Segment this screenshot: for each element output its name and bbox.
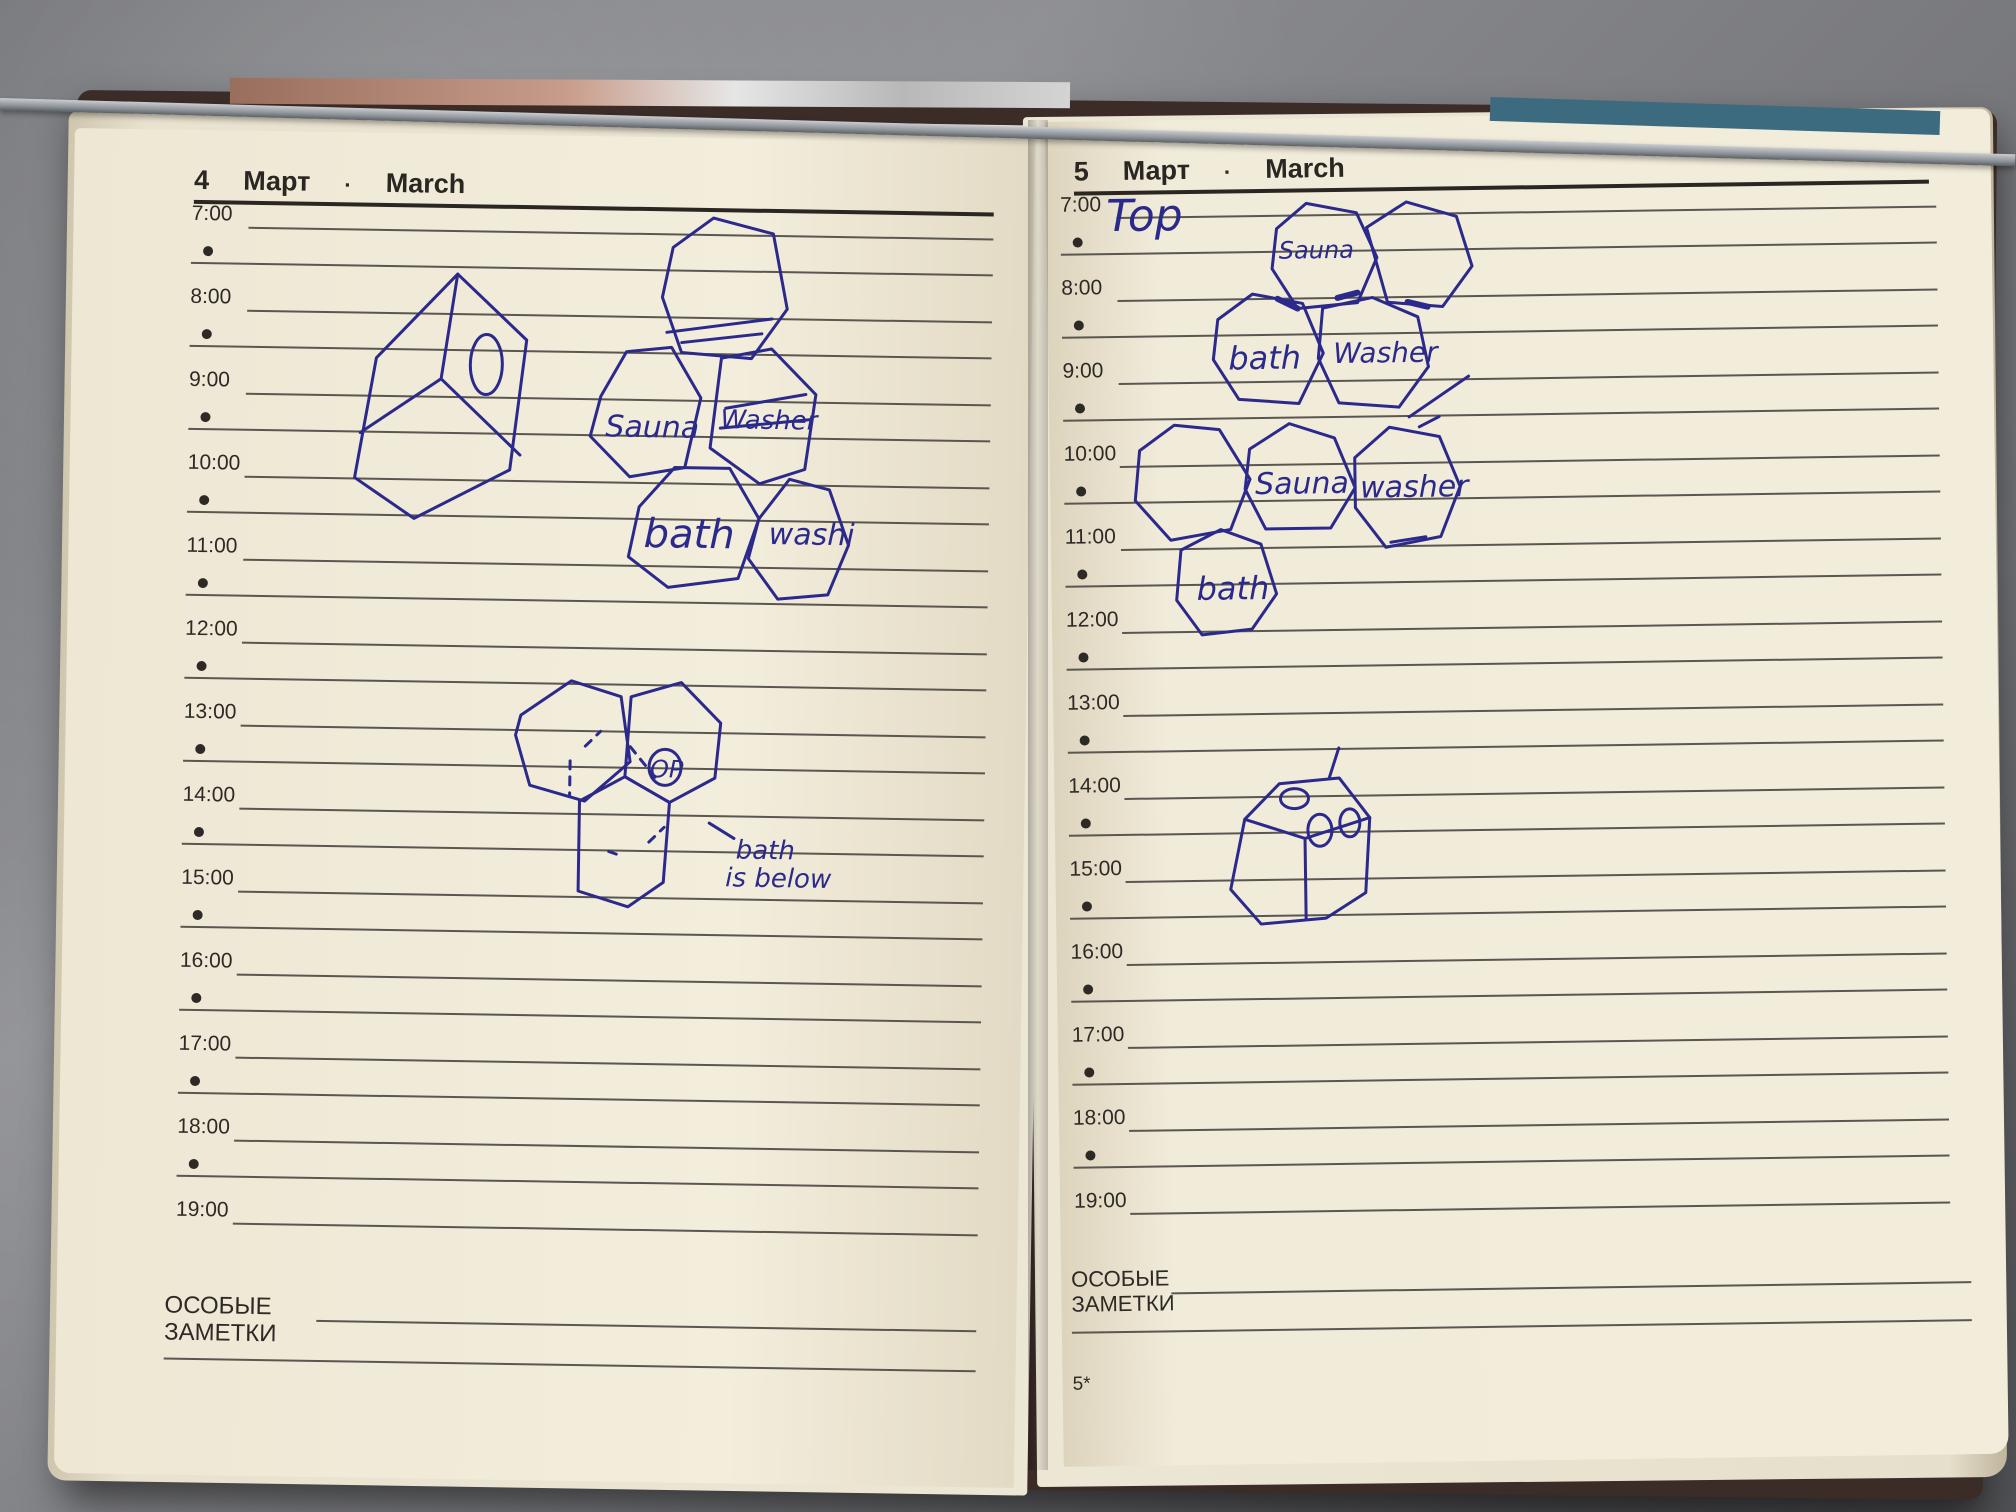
left-sketch-op: OP (650, 755, 684, 784)
right-page: 5 Март · March 7:00 8:00 9:00 10:00 11:00 12:… (1045, 108, 2009, 1467)
foil-ribbon (229, 77, 1071, 109)
right-hex-cluster-2 (1133, 422, 1462, 637)
left-sketch-note-1: bath (735, 835, 795, 866)
right-sketch-sauna-2: Sauna (1255, 466, 1349, 502)
left-sketch-bath: bath (643, 511, 735, 558)
left-hex-cluster-2 (514, 679, 736, 909)
left-sketch-sauna: Sauna (605, 409, 699, 445)
right-ink-sketches: Top Sauna bath Washer Sauna washer bath (1106, 190, 1474, 926)
right-sketch-top: Top (1106, 190, 1183, 242)
book-spine-shadow (1028, 120, 1048, 1470)
left-sketch-note-2: is below (725, 863, 832, 895)
right-sketch-washer: Washer (1333, 336, 1439, 370)
right-cube-sketch (1229, 746, 1372, 926)
left-sketch-washi: washi (768, 517, 855, 553)
left-ink-sketches: Sauna Washer bath washi OP bath is below (353, 216, 856, 909)
right-sketch-washer-2: washer (1360, 469, 1470, 506)
left-page: 4 Март · March 7:00 8:00 9:00 10:00 11:00 12:… (53, 128, 1035, 1488)
right-sketch-bath-2: bath (1196, 569, 1269, 608)
left-cube-sketch (353, 272, 529, 520)
left-sketch-washer: Washer (720, 405, 820, 437)
right-sketch-sauna: Sauna (1279, 236, 1354, 265)
right-sketch-bath: bath (1228, 338, 1301, 377)
